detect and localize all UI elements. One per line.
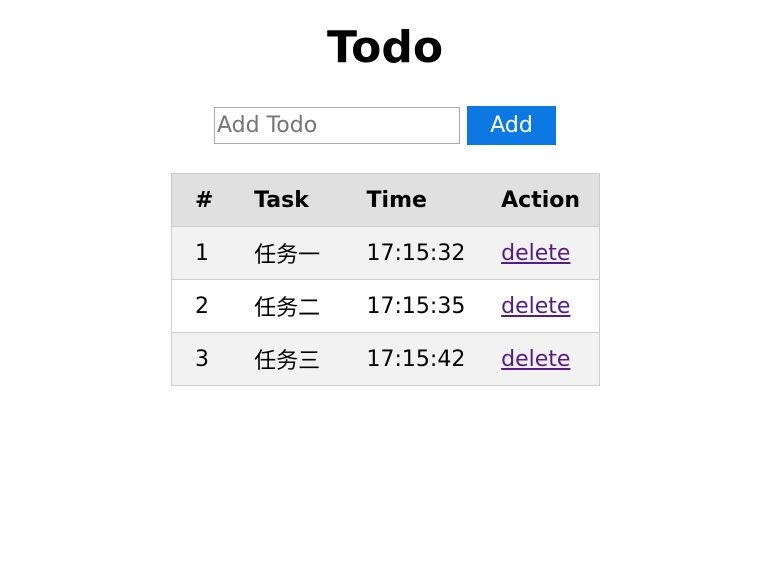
delete-link[interactable]: delete xyxy=(501,241,570,266)
header-task: Task xyxy=(254,173,367,227)
header-number: # xyxy=(171,173,255,227)
table-header-row: # Task Time Action xyxy=(171,173,600,227)
row-task: 任务一 xyxy=(254,226,367,280)
row-time: 17:15:42 xyxy=(366,332,502,386)
row-time: 17:15:32 xyxy=(366,226,502,280)
row-time: 17:15:35 xyxy=(366,279,502,333)
row-task: 任务三 xyxy=(254,332,367,386)
delete-link[interactable]: delete xyxy=(501,294,570,319)
delete-link[interactable]: delete xyxy=(501,347,570,372)
row-task: 任务二 xyxy=(254,279,367,333)
row-number: 1 xyxy=(171,226,255,280)
row-action-cell: delete xyxy=(501,279,600,333)
row-action-cell: delete xyxy=(501,226,600,280)
header-time: Time xyxy=(366,173,502,227)
row-number: 2 xyxy=(171,279,255,333)
todo-table: # Task Time Action 1 任务一 17:15:32 delete… xyxy=(171,173,600,386)
header-action: Action xyxy=(501,173,600,227)
add-todo-form: Add xyxy=(214,105,556,145)
add-todo-input[interactable] xyxy=(214,106,460,144)
table-row: 3 任务三 17:15:42 delete xyxy=(171,332,600,386)
page-title: Todo xyxy=(326,22,444,73)
table-row: 1 任务一 17:15:32 delete xyxy=(171,226,600,280)
row-action-cell: delete xyxy=(501,332,600,386)
add-button[interactable]: Add xyxy=(467,105,556,145)
row-number: 3 xyxy=(171,332,255,386)
todo-app: Todo Add # Task Time Action 1 任务一 17:15:… xyxy=(0,0,782,569)
table-row: 2 任务二 17:15:35 delete xyxy=(171,279,600,333)
